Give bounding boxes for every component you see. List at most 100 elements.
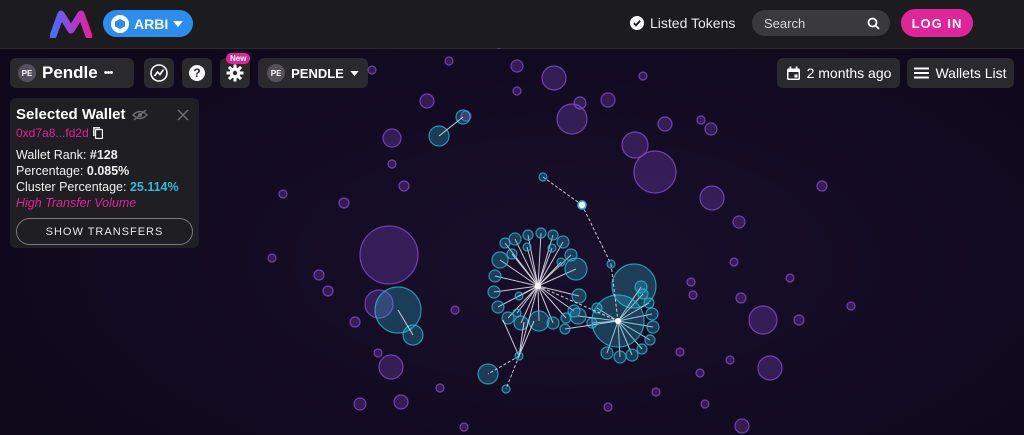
- cluster-wallet-bubble[interactable]: [528, 310, 550, 332]
- wallet-bubble[interactable]: [382, 128, 402, 148]
- cluster-wallet-bubble[interactable]: [547, 243, 557, 253]
- wallet-bubble[interactable]: [603, 402, 613, 412]
- cluster-wallet-bubble[interactable]: [646, 320, 660, 334]
- login-button[interactable]: LOG IN: [901, 9, 973, 37]
- transfer-link: [581, 204, 612, 265]
- wallet-bubble[interactable]: [398, 180, 410, 192]
- hub-node: [615, 318, 621, 324]
- listed-tokens-label: Listed Tokens: [650, 15, 736, 31]
- cluster-wallet-bubble[interactable]: [522, 242, 532, 252]
- wallet-bubble[interactable]: [732, 215, 746, 229]
- cluster-wallet-bubble[interactable]: [506, 248, 518, 260]
- wallet-bubble[interactable]: [729, 257, 739, 267]
- cluster-wallet-bubble[interactable]: [491, 300, 505, 314]
- wallet-bubble[interactable]: [512, 86, 522, 96]
- wallet-bubble[interactable]: [353, 397, 367, 411]
- wallet-bubble[interactable]: [638, 71, 648, 81]
- wallet-bubble[interactable]: [387, 159, 397, 169]
- wallet-bubble[interactable]: [699, 185, 725, 211]
- cluster-wallet-bubble[interactable]: [556, 257, 566, 267]
- cluster-wallet-bubble[interactable]: [513, 315, 529, 331]
- wallet-bubble[interactable]: [444, 56, 454, 66]
- wallet-bubble[interactable]: [748, 305, 778, 335]
- cluster-wallet-bubble[interactable]: [564, 257, 588, 281]
- wallet-bubble[interactable]: [600, 92, 616, 108]
- chain-selector-button[interactable]: ARBI: [103, 10, 194, 37]
- cluster-wallet-bubble[interactable]: [559, 323, 571, 335]
- wallet-bubble[interactable]: [510, 59, 524, 73]
- wallet-bubble[interactable]: [393, 394, 409, 410]
- cluster-wallet-bubble[interactable]: [522, 229, 534, 241]
- cluster-wallet-bubble[interactable]: [535, 227, 547, 239]
- top-bar: ARBI Listed Tokens LOG IN: [0, 0, 1024, 49]
- search-input[interactable]: [762, 14, 866, 32]
- wallet-bubble[interactable]: [695, 368, 705, 378]
- wallet-bubble[interactable]: [704, 122, 718, 136]
- transfer-link: [542, 176, 583, 206]
- wallet-bubble[interactable]: [621, 131, 649, 159]
- wallet-bubble[interactable]: [757, 355, 783, 381]
- listed-tokens-link[interactable]: Listed Tokens: [630, 15, 735, 31]
- wallet-bubble[interactable]: [435, 383, 445, 393]
- cluster-wallet-bubble[interactable]: [560, 312, 572, 324]
- wallet-bubble[interactable]: [278, 189, 288, 199]
- cluster-wallet-bubble[interactable]: [491, 251, 509, 269]
- selected-wallet-marker: [577, 200, 587, 210]
- cluster-wallet-bubble[interactable]: [636, 343, 648, 355]
- chevron-down-icon: [173, 20, 184, 27]
- wallet-bubble[interactable]: [359, 225, 419, 285]
- cluster-wallet-bubble[interactable]: [625, 348, 639, 362]
- cluster-wallet-bubble[interactable]: [569, 307, 587, 325]
- wallet-bubble[interactable]: [793, 314, 805, 326]
- chain-label: ARBI: [134, 15, 169, 32]
- cluster-wallet-bubble[interactable]: [547, 229, 559, 241]
- hub-node: [535, 283, 541, 289]
- cluster-wallet-bubble[interactable]: [613, 350, 627, 364]
- wallet-bubble[interactable]: [785, 273, 795, 283]
- bubble-map-canvas[interactable]: [0, 48, 1024, 435]
- wallet-bubble[interactable]: [573, 96, 587, 110]
- cluster-wallet-bubble[interactable]: [514, 291, 524, 301]
- wallet-bubble[interactable]: [267, 253, 277, 263]
- wallet-bubble[interactable]: [846, 301, 856, 311]
- cluster-wallet-bubble[interactable]: [488, 269, 502, 283]
- cluster-wallet-bubble[interactable]: [487, 285, 501, 299]
- wallet-bubble[interactable]: [686, 277, 696, 287]
- wallet-bubble[interactable]: [688, 290, 698, 300]
- cluster-wallet-bubble[interactable]: [508, 232, 522, 246]
- wallet-bubble[interactable]: [735, 292, 747, 304]
- cluster-wallet-bubble[interactable]: [571, 288, 587, 304]
- wallet-bubble[interactable]: [373, 348, 383, 358]
- wallet-bubble[interactable]: [378, 354, 404, 380]
- wallet-bubble[interactable]: [367, 65, 377, 75]
- wallet-bubble[interactable]: [541, 65, 567, 91]
- wallet-bubble[interactable]: [419, 93, 435, 109]
- wallet-bubble[interactable]: [313, 269, 325, 281]
- wallet-bubble[interactable]: [459, 422, 469, 432]
- wallet-bubble[interactable]: [349, 316, 361, 328]
- cluster-wallet-bubble[interactable]: [643, 297, 655, 309]
- bubblemaps-logo-icon[interactable]: [50, 10, 92, 38]
- search-icon[interactable]: [867, 17, 880, 30]
- cluster-wallet-bubble[interactable]: [606, 259, 616, 269]
- cluster-wallet-bubble[interactable]: [634, 280, 648, 294]
- cluster-wallet-bubble[interactable]: [514, 351, 524, 361]
- wallet-bubble[interactable]: [725, 355, 735, 365]
- wallet-bubble[interactable]: [675, 347, 685, 357]
- wallet-bubble[interactable]: [657, 116, 673, 132]
- cluster-wallet-bubble[interactable]: [644, 334, 656, 346]
- cluster-wallet-bubble[interactable]: [645, 307, 659, 321]
- wallet-bubble[interactable]: [734, 418, 750, 434]
- wallet-bubble[interactable]: [450, 305, 460, 315]
- cluster-wallet-bubble[interactable]: [512, 308, 522, 318]
- wallet-bubble[interactable]: [322, 285, 334, 297]
- wallet-bubble[interactable]: [816, 180, 828, 192]
- wallet-bubble[interactable]: [700, 399, 710, 409]
- search-box[interactable]: [752, 10, 890, 36]
- cluster-wallet-bubble[interactable]: [556, 235, 570, 249]
- transfer-link: [505, 355, 520, 390]
- wallet-bubble[interactable]: [338, 197, 350, 209]
- cluster-wallet-bubble[interactable]: [600, 346, 614, 360]
- wallet-bubble[interactable]: [651, 387, 661, 397]
- wallet-bubble[interactable]: [696, 115, 706, 125]
